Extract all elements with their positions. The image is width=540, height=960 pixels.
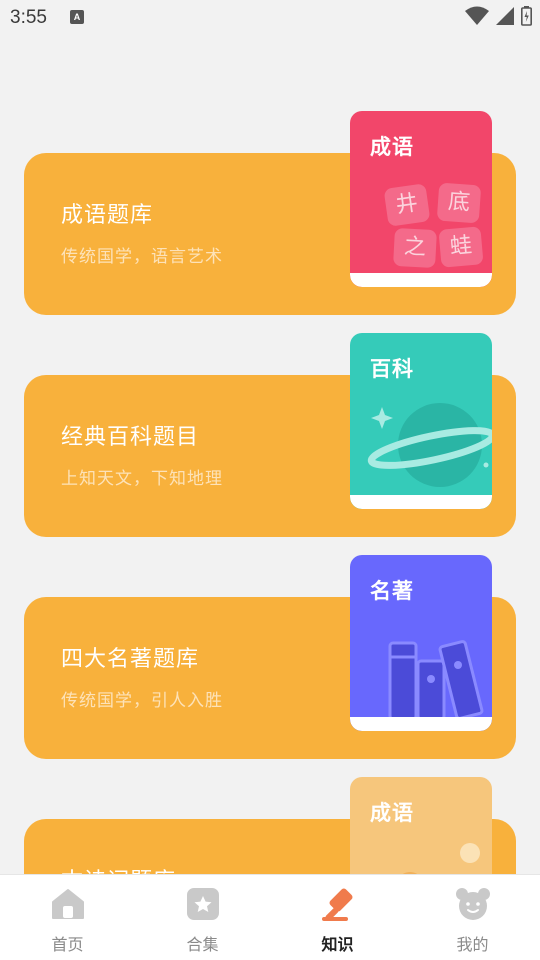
book-label: 成语 [370, 801, 414, 825]
idiom-tile: 井 [383, 183, 431, 227]
landscape-icon [403, 843, 480, 874]
tab-collection[interactable]: 合集 [135, 875, 270, 960]
book-page-edge [350, 495, 492, 509]
tab-mine[interactable]: 我的 [405, 875, 540, 960]
status-bar: 3:55 A [0, 0, 540, 36]
card-title: 成语题库 [61, 203, 154, 228]
quiz-category-list[interactable]: 成语题库 传统国学，语言艺术 成语 井 底 之 蛙 经典百科题目 上知天文，下知… [0, 36, 540, 874]
classics-book-illustration: 名著 [350, 555, 492, 731]
tab-home[interactable]: 首页 [0, 875, 135, 960]
book-label: 名著 [370, 579, 414, 603]
home-icon [51, 889, 84, 919]
battery-icon [521, 6, 532, 26]
books-icon [388, 640, 484, 721]
signal-icon [496, 7, 514, 25]
idiom-tile: 之 [393, 227, 437, 269]
book-label: 成语 [370, 135, 414, 159]
notification-a-icon: A [70, 10, 84, 24]
poetry-book-illustration: 成语 [350, 777, 492, 874]
encyclopedia-book-illustration: 百科 [350, 333, 492, 509]
bear-face-icon [455, 888, 490, 920]
tab-label: 合集 [186, 935, 219, 954]
book-page-edge [350, 273, 492, 287]
card-subtitle: 传统国学，引人入胜 [61, 691, 223, 711]
card-title: 古诗词题库 [61, 863, 176, 874]
tab-knowledge[interactable]: 知识 [270, 875, 405, 960]
wifi-icon [465, 6, 489, 25]
idiom-tile: 蛙 [438, 226, 484, 268]
bottom-tab-bar: 首页 合集 知识 我的 [0, 874, 540, 960]
tab-label: 知识 [321, 935, 354, 954]
idiom-book-illustration: 成语 井 底 之 蛙 [350, 111, 492, 287]
book-page-edge [350, 717, 492, 731]
card-title: 四大名著题库 [61, 647, 200, 672]
tab-label: 首页 [51, 935, 84, 954]
star-box-icon [186, 888, 219, 920]
gavel-icon [321, 888, 352, 921]
planet-icon [367, 403, 492, 487]
idiom-tile: 底 [436, 182, 482, 224]
status-time: 3:55 [10, 7, 47, 28]
card-subtitle: 上知天文，下知地理 [61, 469, 223, 489]
status-icons [465, 6, 532, 26]
tab-label: 我的 [456, 935, 489, 954]
book-label: 百科 [370, 357, 414, 381]
card-title: 经典百科题目 [61, 425, 200, 450]
card-subtitle: 传统国学，语言艺术 [61, 247, 223, 267]
